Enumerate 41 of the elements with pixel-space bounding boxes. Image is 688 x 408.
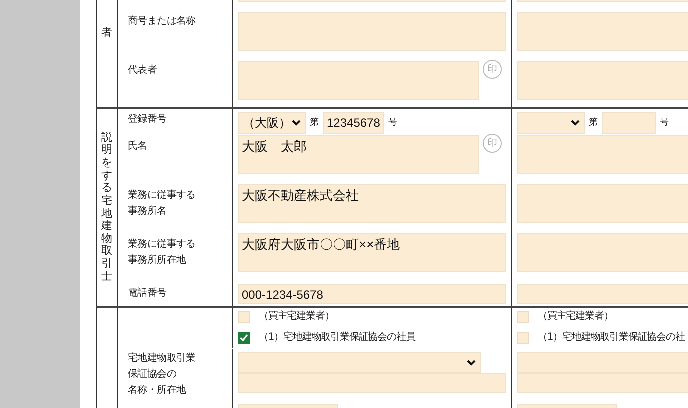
checkbox[interactable] — [238, 332, 250, 344]
group-label: 説明をする宅地建物取引士 — [102, 132, 112, 284]
field-label: 業務に従事する — [128, 188, 196, 203]
region-dropdown[interactable] — [517, 112, 585, 134]
association-dropdown[interactable] — [517, 352, 688, 373]
chevron-icon — [292, 120, 301, 126]
registration-number-field[interactable] — [602, 112, 656, 134]
text-area-field[interactable]: 大阪 太郎 — [238, 135, 479, 174]
region-dropdown[interactable]: （大阪） — [238, 112, 306, 134]
field-label: 商号または名称 — [128, 14, 196, 29]
field-label: 氏名 — [128, 140, 148, 154]
chevron-icon — [467, 360, 476, 366]
field-label: 業務に従事する — [128, 238, 196, 252]
seal-mark: 印 — [483, 60, 502, 79]
group-label: 者 — [102, 27, 112, 40]
text-area-field[interactable] — [238, 61, 479, 100]
text-area-field[interactable]: 大阪府大阪市〇〇町××番地 — [238, 233, 506, 272]
registration-number-field[interactable]: 12345678 — [323, 112, 384, 134]
field-label: 代表者 — [128, 64, 158, 78]
phone-field[interactable]: 000-1234-5678 — [238, 284, 506, 304]
text-area-field[interactable] — [238, 12, 506, 51]
address-field[interactable] — [238, 373, 506, 393]
number-suffix: 号 — [660, 117, 669, 130]
field-label: 保証協会の — [128, 368, 177, 382]
field-label: 事務所名 — [128, 204, 167, 219]
field-label: 名称・所在地 — [128, 384, 186, 398]
checkbox-label: （買主宅建業者） — [538, 310, 614, 324]
text-area-field[interactable]: 大阪不動産株式会社 — [238, 184, 506, 223]
field-label: 登録番号 — [128, 112, 167, 127]
checkbox-label: （1）宅地建物取引業保証協会の社 — [538, 331, 685, 345]
checkbox-label: （買主宅建業者） — [259, 310, 334, 324]
chevron-icon — [571, 120, 580, 126]
number-suffix: 号 — [388, 117, 398, 130]
ordinal-prefix: 第 — [310, 116, 319, 130]
seal-mark: 印 — [483, 134, 502, 153]
ordinal-prefix: 第 — [589, 116, 598, 130]
field-label: 電話番号 — [128, 286, 167, 301]
association-dropdown[interactable] — [238, 352, 481, 373]
field-label: 事務所所在地 — [128, 254, 186, 268]
checkbox-label: （1）宅地建物取引業保証協会の社員 — [259, 331, 416, 345]
field-label: 宅地建物取引業 — [128, 352, 196, 366]
